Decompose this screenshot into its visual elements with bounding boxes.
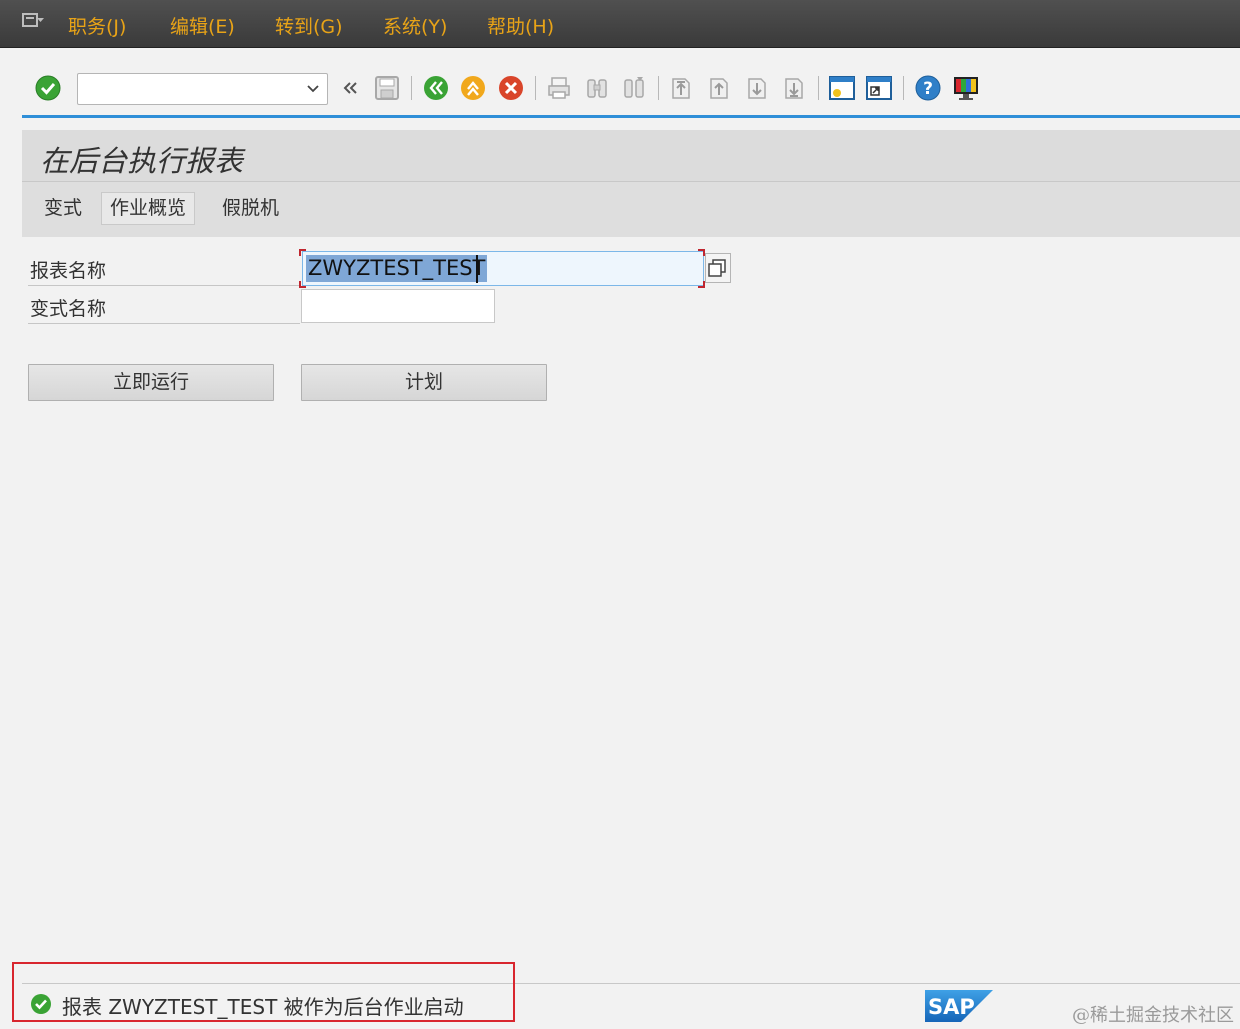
cancel-icon[interactable]	[497, 74, 525, 102]
focus-corner	[698, 249, 705, 256]
variant-name-label: 变式名称	[30, 298, 107, 320]
toolbar-separator	[658, 76, 659, 100]
success-check-icon	[30, 993, 52, 1015]
print-icon	[545, 74, 573, 102]
focus-corner	[698, 281, 705, 288]
variants-button[interactable]: 变式	[35, 192, 91, 225]
label-underline	[28, 323, 300, 324]
svg-text:SAP: SAP	[928, 995, 975, 1019]
label-underline	[28, 285, 300, 286]
focus-corner	[299, 249, 306, 256]
status-message[interactable]: 报表 ZWYZTEST_TEST 被作为后台作业启动	[62, 991, 464, 1020]
chevron-down-icon[interactable]	[307, 82, 319, 97]
toolbar-accent-line	[22, 115, 1240, 118]
previous-page-icon	[705, 74, 733, 102]
shortcut-icon[interactable]	[865, 74, 893, 102]
run-now-button[interactable]: 立即运行	[28, 364, 274, 401]
menu-item-edit[interactable]: 编辑(E)	[170, 12, 235, 39]
find-icon	[583, 74, 611, 102]
toolbar-separator	[818, 76, 819, 100]
page-title: 在后台执行报表	[40, 144, 244, 178]
toolbar-separator	[903, 76, 904, 100]
toolbar-separator	[535, 76, 536, 100]
text-cursor	[476, 255, 478, 283]
application-toolbar: 变式 作业概览 假脱机	[22, 182, 1240, 237]
toolbar-separator	[411, 76, 412, 100]
command-input[interactable]	[82, 75, 297, 103]
next-page-icon	[743, 74, 771, 102]
customize-layout-icon[interactable]	[952, 74, 980, 102]
report-name-label: 报表名称	[30, 260, 107, 282]
find-next-icon	[620, 74, 648, 102]
menu-item-job[interactable]: 职务(J)	[68, 12, 126, 39]
variant-name-field[interactable]	[305, 291, 491, 321]
value-help-button[interactable]	[705, 253, 731, 283]
system-menu-icon[interactable]	[22, 12, 46, 30]
sap-logo: SAP	[925, 990, 993, 1022]
menu-item-goto[interactable]: 转到(G)	[275, 12, 343, 39]
variant-name-input[interactable]	[301, 289, 495, 323]
copy-icon	[708, 259, 726, 277]
title-bar: 在后台执行报表	[22, 130, 1240, 182]
first-page-icon	[667, 74, 695, 102]
enter-check-icon[interactable]	[34, 74, 62, 102]
menu-item-help[interactable]: 帮助(H)	[487, 12, 554, 39]
last-page-icon	[780, 74, 808, 102]
save-icon	[373, 74, 401, 102]
watermark: @稀土掘金技术社区	[1072, 1005, 1234, 1026]
job-overview-button[interactable]: 作业概览	[101, 192, 196, 225]
menu-bar: 职务(J) 编辑(E) 转到(G) 系统(Y) 帮助(H)	[0, 0, 1240, 48]
spool-button[interactable]: 假脱机	[213, 192, 288, 225]
menu-item-system[interactable]: 系统(Y)	[383, 12, 447, 39]
command-field[interactable]	[77, 73, 328, 105]
report-name-input[interactable]: ZWYZTEST_TEST	[302, 251, 704, 286]
svg-text:?: ?	[923, 79, 933, 99]
schedule-button[interactable]: 计划	[301, 364, 547, 401]
exit-icon[interactable]	[459, 74, 487, 102]
focus-corner	[299, 281, 306, 288]
new-session-icon[interactable]	[828, 74, 856, 102]
collapse-command-icon[interactable]	[337, 74, 365, 102]
report-name-value: ZWYZTEST_TEST	[306, 255, 488, 282]
back-icon[interactable]	[422, 74, 450, 102]
help-icon[interactable]: ?	[914, 74, 942, 102]
